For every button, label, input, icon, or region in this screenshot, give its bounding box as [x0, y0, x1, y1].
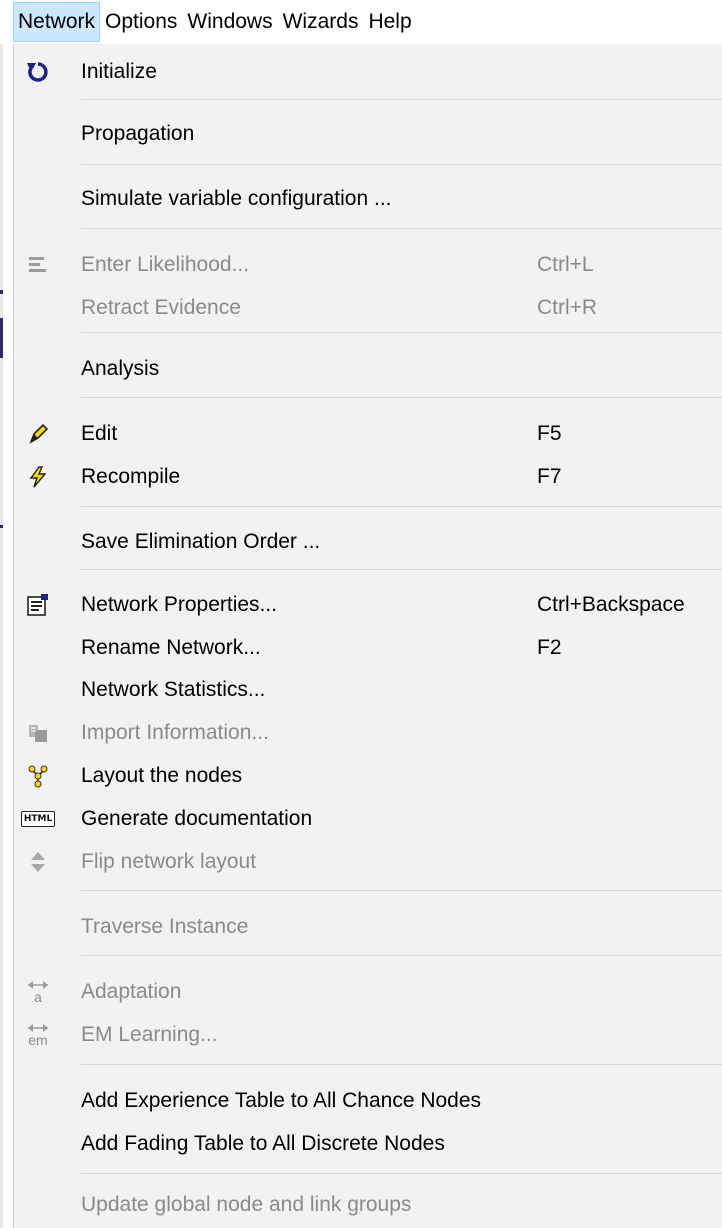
edge-mark — [0, 318, 3, 358]
menu-network[interactable]: Network — [13, 2, 101, 42]
menu-options[interactable]: Options — [100, 3, 182, 41]
em-learning-icon: em — [22, 1019, 54, 1051]
traverse-instance-label: Traverse Instance — [81, 915, 249, 938]
menu-item-simulate[interactable]: Simulate variable configuration ... — [14, 177, 722, 221]
edge-mark — [0, 525, 3, 528]
html-document-icon: HTML — [20, 803, 56, 835]
retract-evidence-shortcut: Ctrl+R — [537, 296, 598, 319]
menu-separator — [81, 99, 722, 100]
network-statistics-label: Network Statistics... — [81, 678, 266, 701]
flip-icon — [22, 846, 54, 878]
background-window-edge — [0, 44, 3, 1228]
menu-item-import-information[interactable]: Import Information... — [14, 711, 722, 755]
menu-separator — [81, 955, 722, 956]
html-icon-text: HTML — [20, 811, 56, 827]
propagation-label: Propagation — [81, 122, 195, 145]
menu-separator — [81, 332, 722, 333]
pencil-icon — [22, 418, 54, 450]
menu-windows[interactable]: Windows — [182, 3, 277, 41]
menu-item-network-statistics[interactable]: Network Statistics... — [14, 668, 722, 712]
menu-item-add-experience-table[interactable]: Add Experience Table to All Chance Nodes — [14, 1079, 722, 1123]
menu-separator — [81, 569, 722, 570]
menu-separator — [81, 228, 722, 229]
em-learning-label: EM Learning... — [81, 1023, 218, 1046]
menu-item-em-learning[interactable]: em EM Learning... — [14, 1013, 722, 1057]
menu-item-retract-evidence[interactable]: Retract Evidence Ctrl+R — [14, 286, 722, 320]
menu-help[interactable]: Help — [363, 3, 416, 41]
menu-item-flip-layout[interactable]: Flip network layout — [14, 840, 722, 884]
menu-separator — [81, 164, 722, 165]
flip-layout-label: Flip network layout — [81, 850, 257, 873]
edge-mark — [0, 290, 3, 294]
enter-likelihood-shortcut: Ctrl+L — [537, 253, 594, 276]
node-layout-icon — [22, 760, 54, 792]
menu-separator — [81, 890, 722, 891]
menu-item-rename-network[interactable]: Rename Network... F2 — [14, 626, 722, 670]
em-icon-text: em — [28, 1032, 48, 1048]
menu-separator — [81, 1064, 722, 1065]
simulate-label: Simulate variable configuration ... — [81, 187, 392, 210]
retract-evidence-label: Retract Evidence — [81, 296, 241, 319]
recompile-label: Recompile — [81, 465, 181, 488]
menu-separator — [81, 1173, 722, 1174]
menu-item-layout-nodes[interactable]: Layout the nodes — [14, 754, 722, 798]
add-experience-label: Add Experience Table to All Chance Nodes — [81, 1089, 482, 1112]
enter-likelihood-label: Enter Likelihood... — [81, 253, 250, 276]
initialize-icon — [22, 56, 54, 88]
add-fading-label: Add Fading Table to All Discrete Nodes — [81, 1132, 445, 1155]
initialize-label: Initialize — [81, 60, 157, 83]
save-elimination-label: Save Elimination Order ... — [81, 530, 321, 553]
properties-icon — [22, 589, 54, 621]
recompile-shortcut: F7 — [537, 465, 562, 488]
update-groups-label: Update global node and link groups — [81, 1193, 412, 1216]
lightning-icon — [22, 461, 54, 493]
menu-item-adaptation[interactable]: a Adaptation — [14, 970, 722, 1014]
import-icon — [22, 717, 54, 749]
menu-separator — [81, 397, 722, 398]
menu-item-recompile[interactable]: Recompile F7 — [14, 455, 722, 499]
adaptation-label: Adaptation — [81, 980, 182, 1003]
layout-nodes-label: Layout the nodes — [81, 764, 243, 787]
menu-item-save-elimination-order[interactable]: Save Elimination Order ... — [14, 520, 722, 564]
generate-documentation-label: Generate documentation — [81, 807, 313, 830]
rename-network-label: Rename Network... — [81, 636, 261, 659]
network-properties-label: Network Properties... — [81, 593, 278, 616]
edit-label: Edit — [81, 422, 118, 445]
menu-item-traverse-instance[interactable]: Traverse Instance — [14, 905, 722, 949]
menu-item-initialize[interactable]: Initialize — [14, 50, 722, 94]
menu-item-analysis[interactable]: Analysis — [14, 347, 722, 391]
rename-network-shortcut: F2 — [537, 636, 562, 659]
menu-item-update-groups[interactable]: Update global node and link groups — [14, 1183, 722, 1227]
menu-item-generate-documentation[interactable]: HTML Generate documentation — [14, 797, 722, 841]
menu-item-propagation[interactable]: Propagation — [14, 112, 722, 156]
import-information-label: Import Information... — [81, 721, 269, 744]
adaptation-icon: a — [22, 976, 54, 1008]
network-dropdown-menu: Initialize Propagation Simulate variable… — [13, 44, 722, 1228]
menu-item-enter-likelihood[interactable]: Enter Likelihood... Ctrl+L — [14, 243, 722, 287]
likelihood-icon — [22, 249, 54, 281]
menu-item-add-fading-table[interactable]: Add Fading Table to All Discrete Nodes — [14, 1122, 722, 1166]
menu-item-edit[interactable]: Edit F5 — [14, 412, 722, 456]
adaptation-icon-text: a — [34, 989, 42, 1005]
network-properties-shortcut: Ctrl+Backspace — [537, 593, 685, 616]
menu-wizards[interactable]: Wizards — [278, 3, 364, 41]
menu-separator — [81, 506, 722, 507]
analysis-label: Analysis — [81, 357, 160, 380]
menu-bar: Network Options Windows Wizards Help — [0, 0, 722, 44]
edit-shortcut: F5 — [537, 422, 562, 445]
menu-item-network-properties[interactable]: Network Properties... Ctrl+Backspace — [14, 583, 722, 627]
